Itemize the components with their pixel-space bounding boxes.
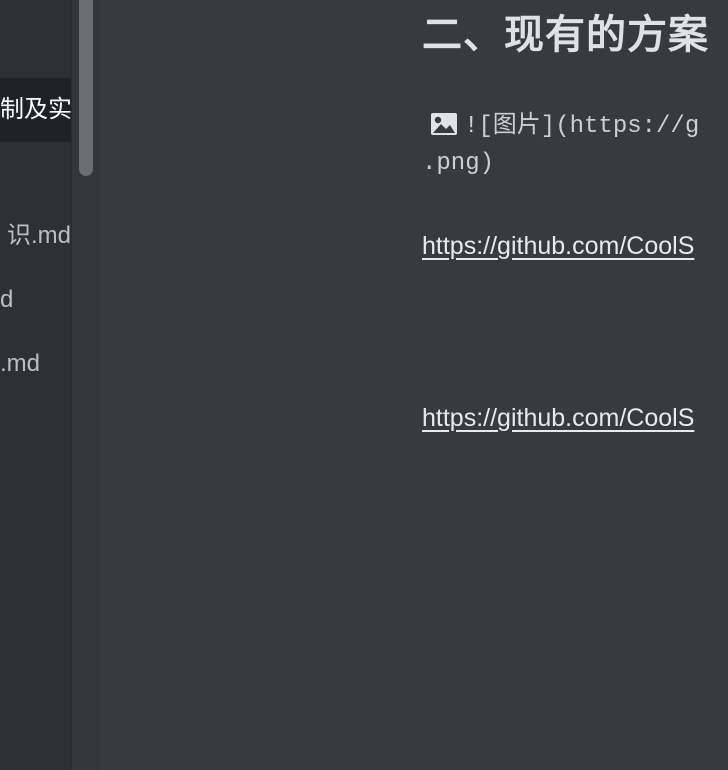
- file-sidebar: 制及实 识.md d .md: [0, 0, 71, 770]
- scrollbar-thumb[interactable]: [79, 0, 93, 176]
- file-item[interactable]: .md: [0, 332, 71, 396]
- github-link[interactable]: https://github.com/CoolS: [422, 404, 694, 433]
- editor-pane[interactable]: 二、现有的方案 ![图片](https://g .png) https://gi…: [100, 0, 728, 770]
- file-item[interactable]: 识.md: [0, 204, 71, 268]
- image-markdown-line[interactable]: ![图片](https://g: [430, 104, 699, 144]
- image-icon: [430, 112, 458, 144]
- file-item[interactable]: d: [0, 268, 71, 332]
- image-markdown-text: ![图片](https://g: [464, 113, 700, 140]
- file-item-label: d: [0, 286, 14, 313]
- sidebar-scrollbar[interactable]: [71, 0, 101, 770]
- file-item-active[interactable]: 制及实: [0, 78, 71, 142]
- image-markdown-continuation: .png): [422, 150, 495, 177]
- file-item-label: 识.md: [6, 222, 71, 249]
- file-item-label: 制及实: [0, 96, 71, 123]
- section-heading: 二、现有的方案: [422, 13, 709, 57]
- file-item-label: .md: [0, 350, 41, 377]
- app-window: 制及实 识.md d .md 二、现有的方案 ![图片](https://g .…: [0, 0, 728, 770]
- github-link[interactable]: https://github.com/CoolS: [422, 232, 694, 261]
